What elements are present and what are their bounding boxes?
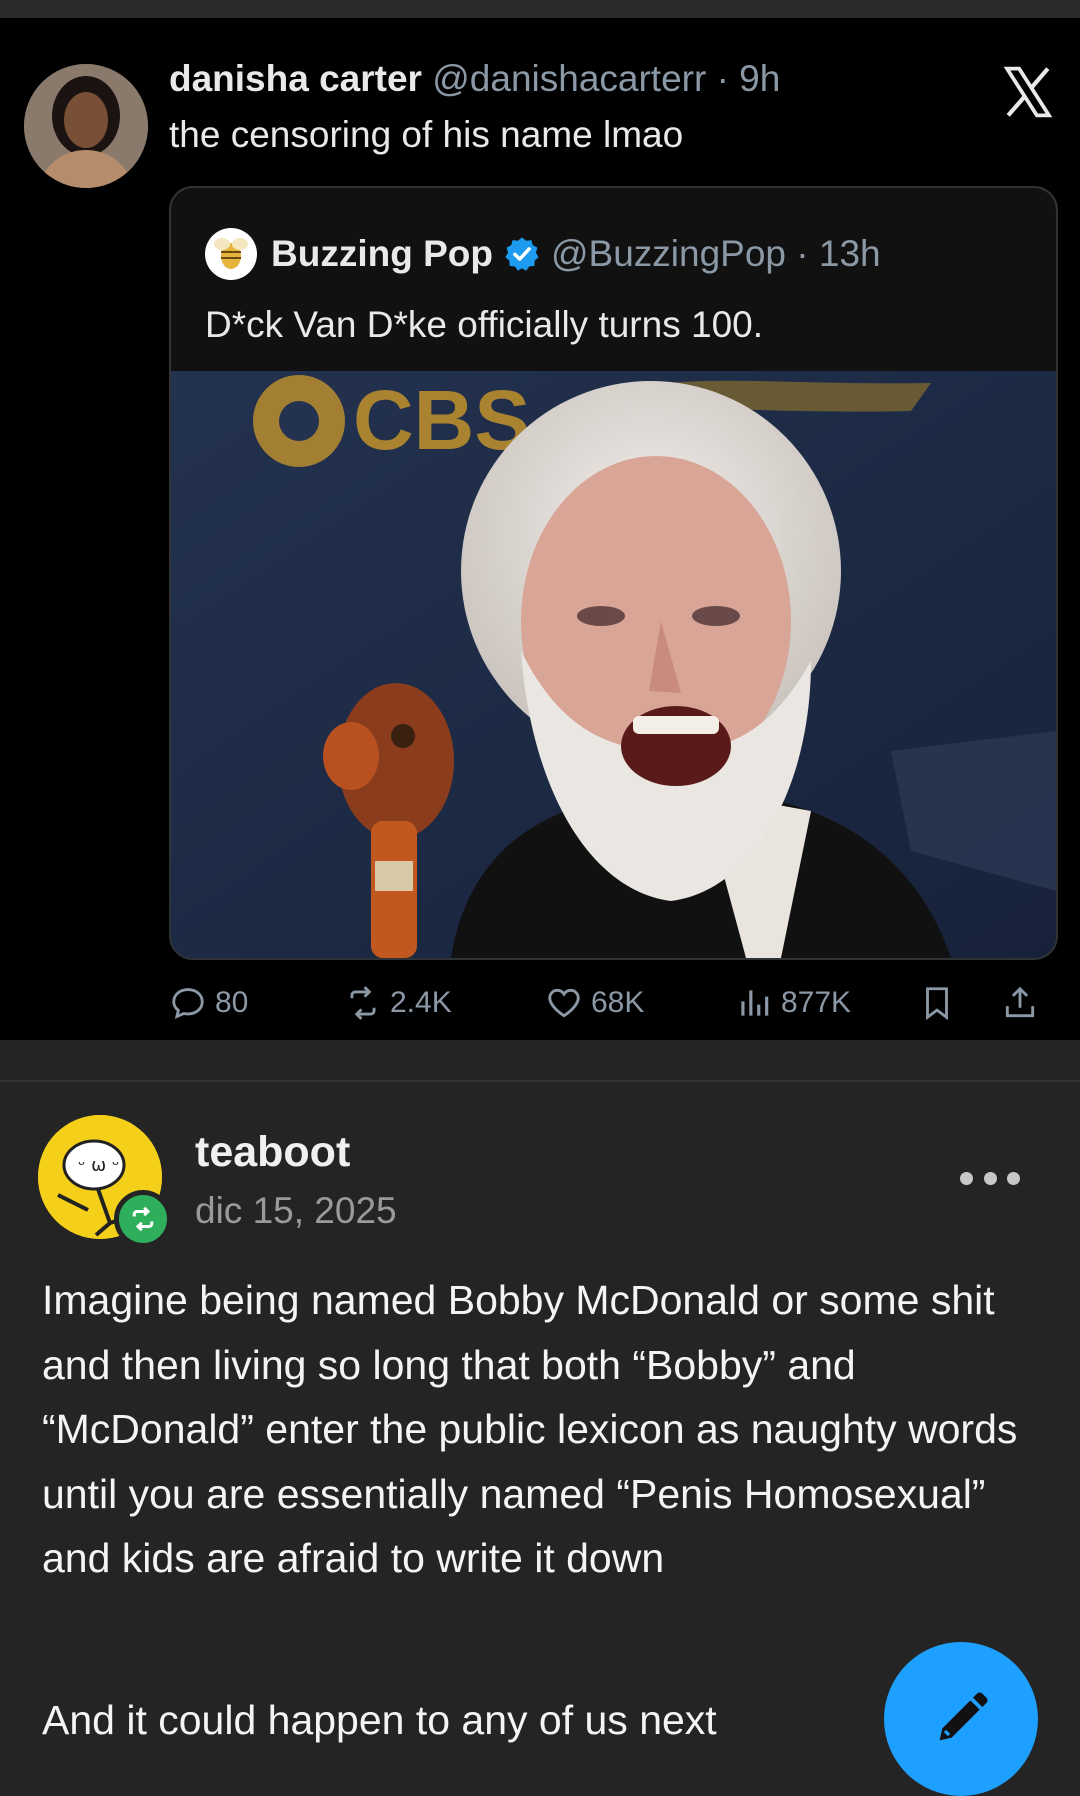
tweet-screenshot: danisha carter @danishacarterr · 9h the … (0, 18, 1080, 1040)
quoted-author-name[interactable]: Buzzing Pop (271, 233, 493, 275)
reblog-icon (132, 1206, 154, 1232)
repost-count: 2.4K (390, 986, 452, 1019)
post-date: dic 15, 2025 (195, 1190, 397, 1231)
post-body-paragraph: Imagine being named Bobby McDonald or so… (42, 1277, 1018, 1581)
post-body-paragraph-2: And it could happen to any of us next (42, 1697, 717, 1743)
quoted-tweet[interactable]: Buzzing Pop @BuzzingPop · 13h D*ck Van D… (169, 186, 1058, 960)
repost-icon (350, 986, 376, 1020)
x-logo-icon (1003, 66, 1053, 118)
tweet-action-bar: 80 2.4K 68K 877K (169, 978, 1054, 1028)
share-icon (1005, 986, 1035, 1018)
tweet-header: danisha carter @danishacarterr · 9h (169, 58, 780, 100)
more-icon-dot (1007, 1171, 1020, 1185)
repost-button[interactable]: 2.4K (344, 978, 452, 1028)
compose-button[interactable] (884, 1642, 1038, 1796)
more-options-button[interactable] (960, 1166, 1020, 1190)
like-icon (548, 988, 580, 1018)
tweet-author-name[interactable]: danisha carter (169, 58, 422, 99)
bookmark-button[interactable] (918, 978, 964, 1028)
tweet-author-avatar (24, 64, 148, 188)
reply-count: 80 (215, 986, 249, 1019)
reply-icon (172, 988, 204, 1019)
pencil-icon (939, 1692, 988, 1741)
tweet-text: the censoring of his name lmao (169, 114, 684, 155)
quoted-tweet-text: D*ck Van D*ke officially turns 100. (205, 304, 763, 345)
like-button[interactable]: 68K (545, 978, 644, 1028)
share-button[interactable] (1001, 978, 1047, 1028)
reply-button[interactable]: 80 (169, 978, 248, 1028)
post-username[interactable]: teaboot (195, 1128, 350, 1177)
views-button[interactable]: 877K (735, 978, 851, 1028)
quoted-tweet-photo[interactable]: CBS (171, 371, 1056, 958)
more-icon-dot (983, 1171, 997, 1185)
tweet-author-handle: @danishacarterr · 9h (432, 58, 781, 99)
more-icon (960, 1171, 973, 1185)
section-divider (0, 1080, 1080, 1082)
svg-text:ᵕ ω ᵕ: ᵕ ω ᵕ (78, 1155, 119, 1176)
bookmark-icon (926, 987, 948, 1021)
views-icon (741, 990, 769, 1016)
like-count: 68K (591, 986, 645, 1019)
quoted-tweet-header: Buzzing Pop @BuzzingPop · 13h (205, 228, 881, 280)
views-count: 877K (781, 986, 852, 1019)
reblog-badge (114, 1190, 172, 1248)
quoted-author-handle: @BuzzingPop · 13h (550, 233, 881, 274)
verified-icon (505, 237, 539, 271)
quoted-author-avatar (205, 228, 257, 280)
top-strip (0, 0, 1080, 18)
